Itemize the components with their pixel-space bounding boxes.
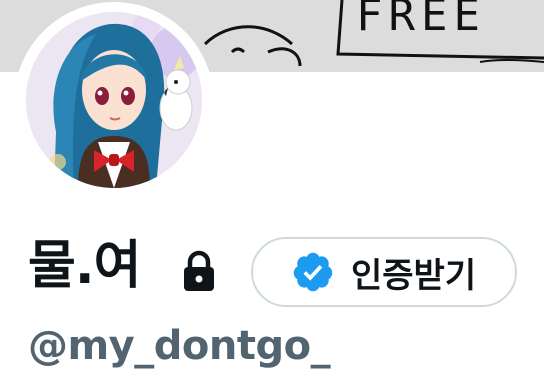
user-handle: @my_dontgo_ (28, 323, 331, 369)
lock-icon (184, 250, 214, 291)
verified-badge-icon (293, 252, 333, 292)
get-verified-label: 인증받기 (351, 255, 477, 296)
avatar[interactable] (26, 12, 202, 188)
banner-text: FREE (356, 0, 486, 41)
avatar-artwork (26, 12, 202, 188)
display-name: 물.여 (28, 236, 141, 296)
get-verified-button[interactable]: 인증받기 (251, 237, 517, 307)
